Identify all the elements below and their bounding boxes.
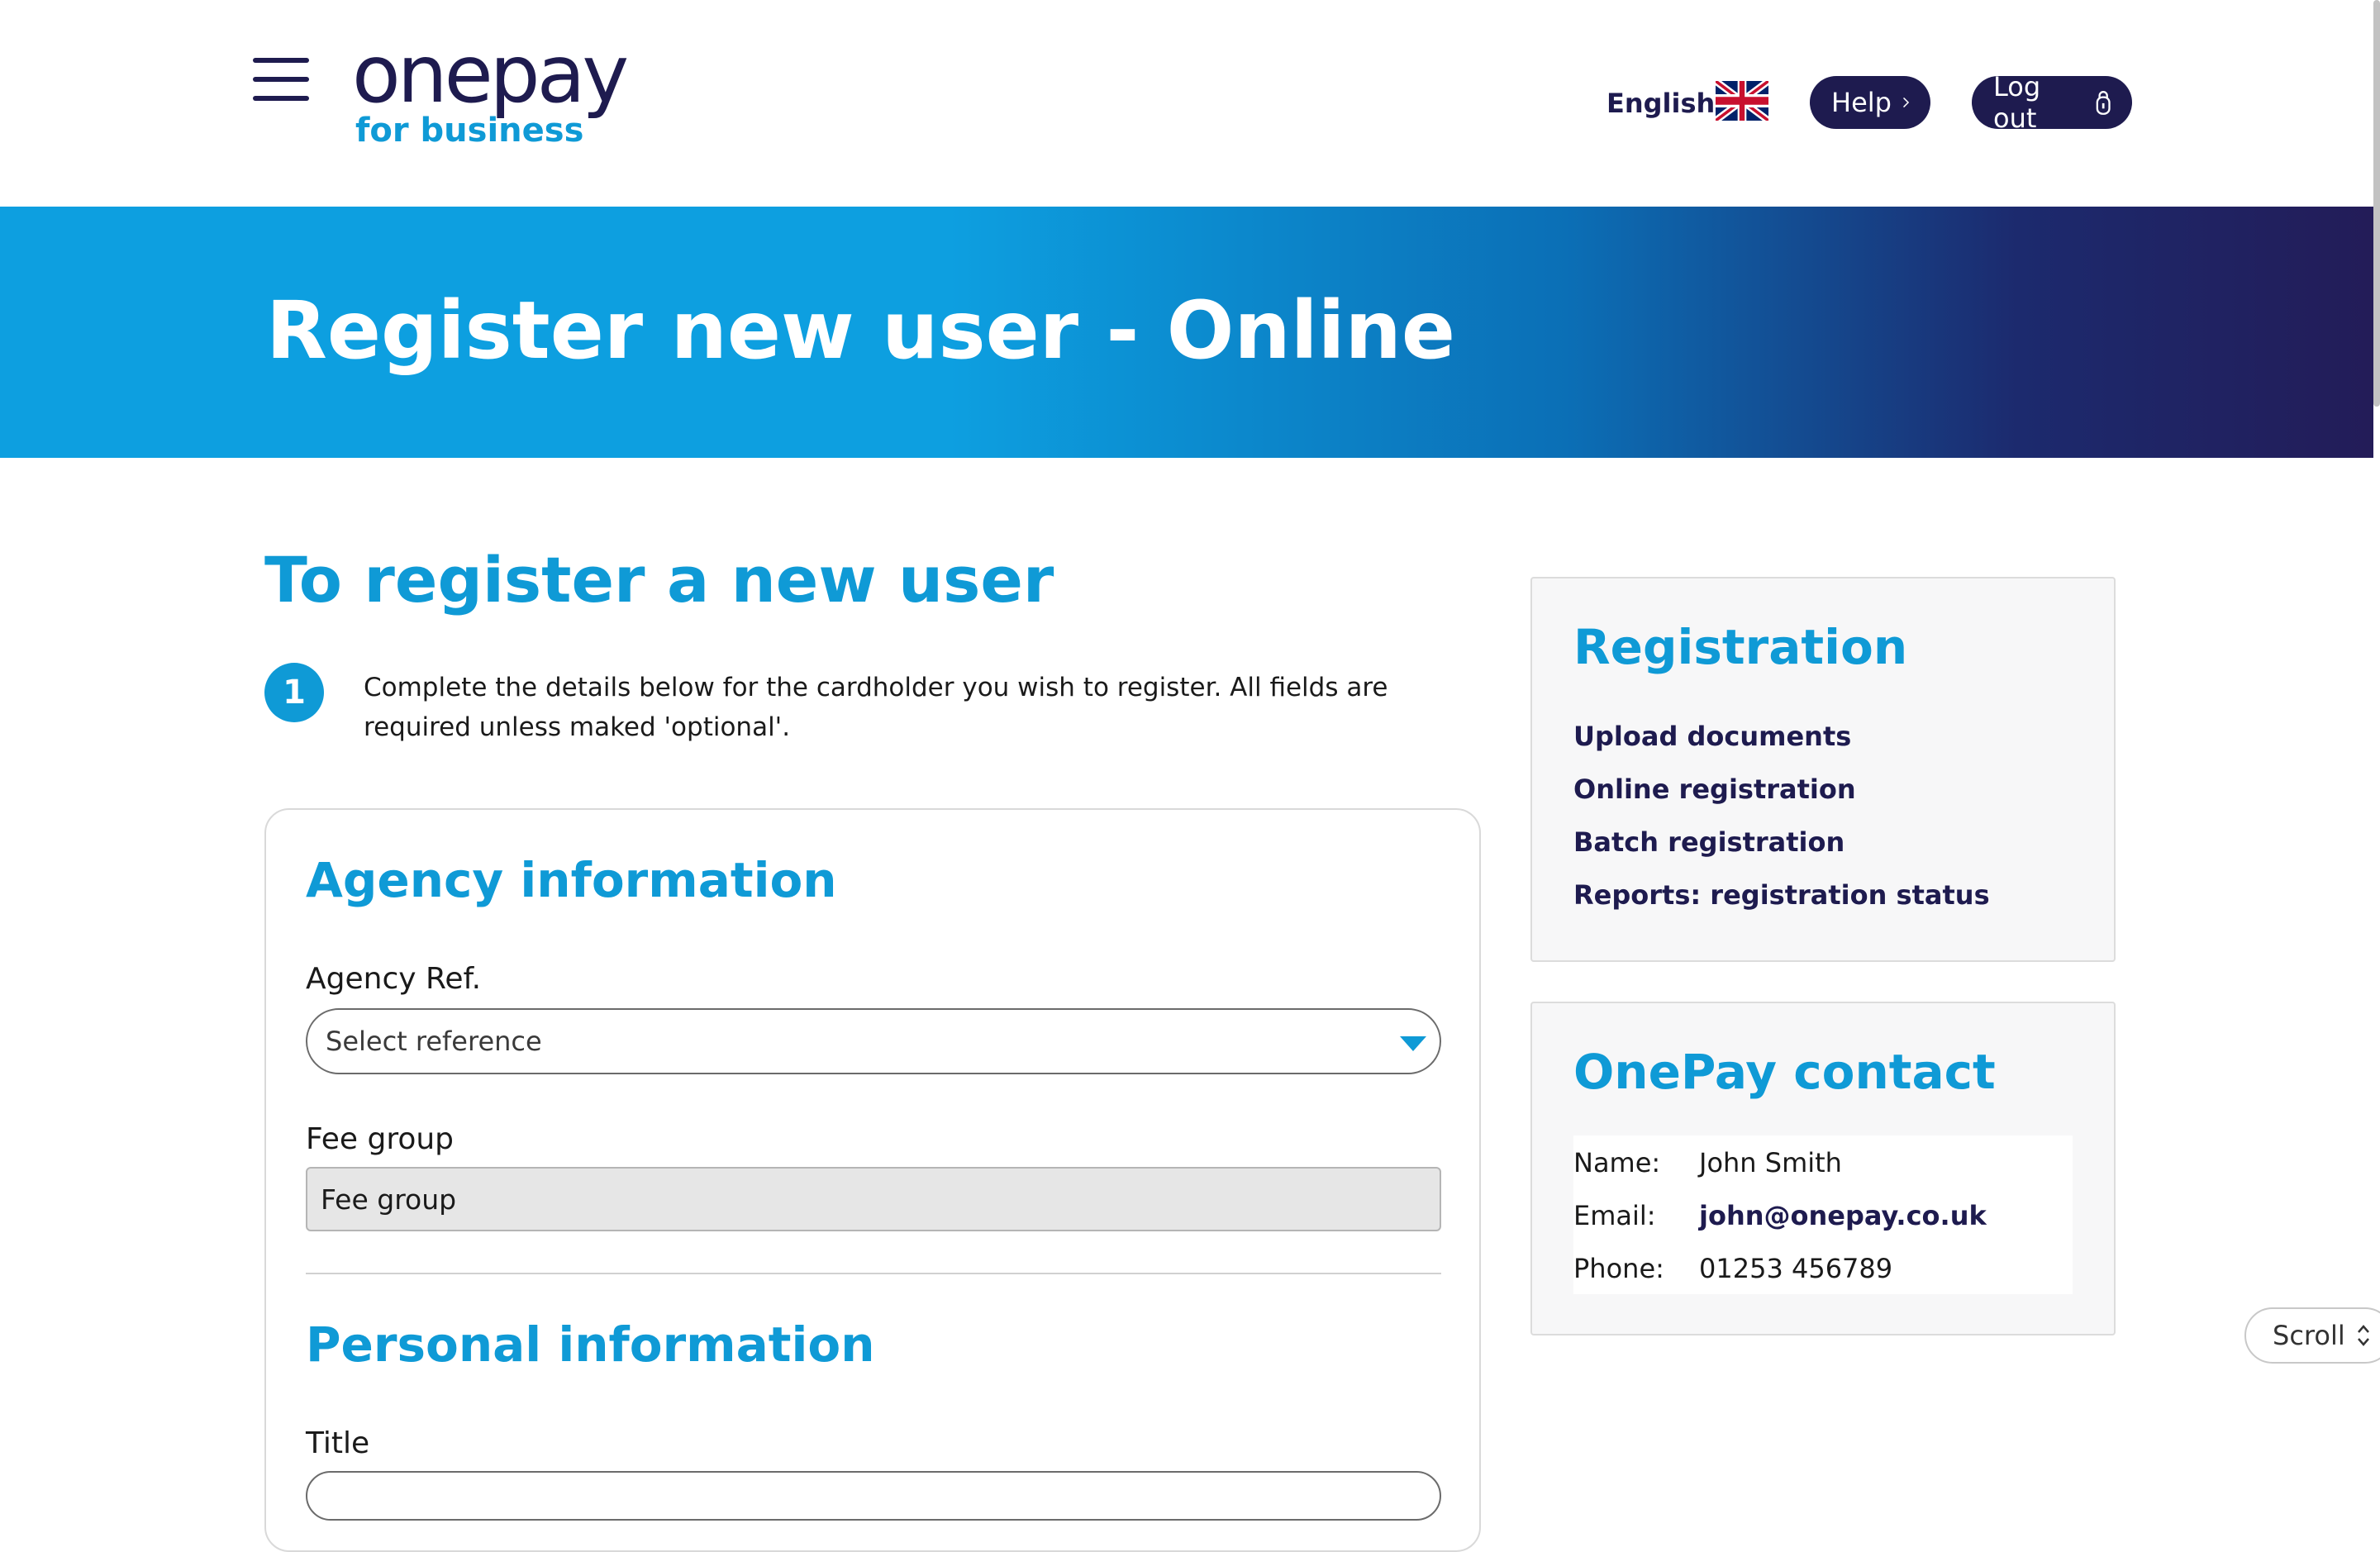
contact-phone-label: Phone:: [1573, 1253, 1664, 1284]
scroll-button[interactable]: Scroll: [2244, 1307, 2380, 1364]
scroll-label: Scroll: [2273, 1320, 2345, 1351]
fee-group-field: Fee group: [306, 1167, 1441, 1231]
agency-ref-select[interactable]: Select reference: [306, 1008, 1441, 1074]
help-button[interactable]: Help: [1810, 76, 1930, 129]
contact-email-link[interactable]: john@onepay.co.uk: [1699, 1200, 1987, 1231]
dropdown-caret-icon: [1400, 1036, 1426, 1051]
batch-registration-link[interactable]: Batch registration: [1573, 826, 1844, 858]
online-registration-link[interactable]: Online registration: [1573, 774, 1856, 805]
form-divider: [306, 1273, 1441, 1274]
section-title: To register a new user: [264, 543, 1054, 617]
chevron-right-icon: [1903, 98, 1909, 107]
contact-name-label: Name:: [1573, 1147, 1661, 1178]
menu-icon[interactable]: [253, 58, 309, 101]
upload-documents-link[interactable]: Upload documents: [1573, 721, 1851, 752]
uk-flag-icon[interactable]: [1716, 81, 1768, 121]
agency-ref-label: Agency Ref.: [306, 962, 482, 996]
contact-heading: OnePay contact: [1573, 1044, 1996, 1100]
fee-group-value: Fee group: [321, 1183, 457, 1216]
logout-label: Log out: [1993, 71, 2041, 134]
help-label: Help: [1831, 87, 1892, 118]
fee-group-label: Fee group: [306, 1122, 455, 1156]
logo-tagline: for business: [355, 112, 584, 150]
page-title: Register new user - Online: [266, 284, 1455, 377]
step-number-badge: 1: [264, 663, 324, 722]
logout-button[interactable]: Log out: [1972, 71, 2132, 134]
agency-ref-placeholder: Select reference: [326, 1026, 542, 1057]
up-down-arrows-icon: [2357, 1325, 2369, 1346]
title-label: Title: [306, 1426, 370, 1460]
language-selector[interactable]: English: [1606, 88, 1715, 119]
lock-icon: [2096, 91, 2111, 115]
page-scrollbar-thumb[interactable]: [2373, 0, 2380, 407]
registration-heading: Registration: [1573, 619, 1908, 675]
logo-wordmark: onepay: [352, 28, 629, 121]
contact-phone-value: 01253 456789: [1699, 1253, 1893, 1284]
title-select[interactable]: [306, 1471, 1441, 1521]
registration-status-report-link[interactable]: Reports: registration status: [1573, 879, 1990, 911]
personal-information-heading: Personal information: [306, 1316, 875, 1373]
contact-email-label: Email:: [1573, 1200, 1656, 1231]
step-instructions: Complete the details below for the cardh…: [364, 673, 1388, 742]
contact-name-value: John Smith: [1699, 1147, 1842, 1178]
agency-information-heading: Agency information: [306, 852, 837, 908]
